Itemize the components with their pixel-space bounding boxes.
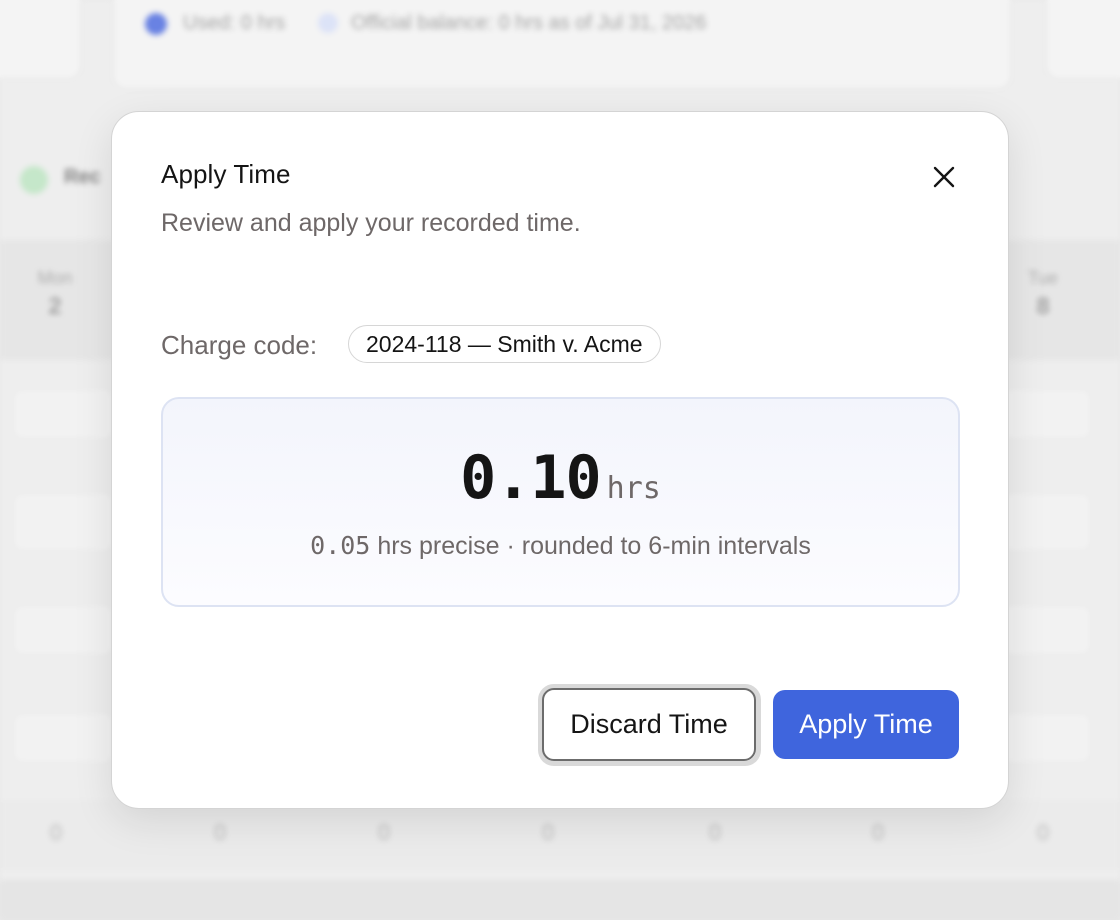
close-icon [933,166,955,188]
dialog-title: Apply Time [161,159,291,189]
charge-code-label: Charge code: [161,330,318,360]
apply-time-button[interactable]: Apply Time [773,690,959,759]
rounded-time-value: 0.10 [460,443,601,513]
discard-time-button[interactable]: Discard Time [542,688,756,761]
precise-time: 0.05 hrs precise · rounded to 6-min inte… [163,531,958,561]
apply-time-dialog: Apply Time Review and apply your recorde… [111,111,1009,809]
dialog-subtitle: Review and apply your recorded time. [161,209,581,237]
close-button[interactable] [926,159,962,195]
charge-code-chip: 2024-118 — Smith v. Acme [348,325,661,363]
time-summary-panel: 0.10 hrs 0.05 hrs precise · rounded to 6-… [161,397,960,607]
rounded-time-unit: hrs [606,471,661,506]
rounded-time: 0.10 hrs [163,443,958,513]
precise-time-text: hrs precise · rounded to 6-min intervals [377,532,811,560]
precise-time-value: 0.05 [310,531,371,560]
